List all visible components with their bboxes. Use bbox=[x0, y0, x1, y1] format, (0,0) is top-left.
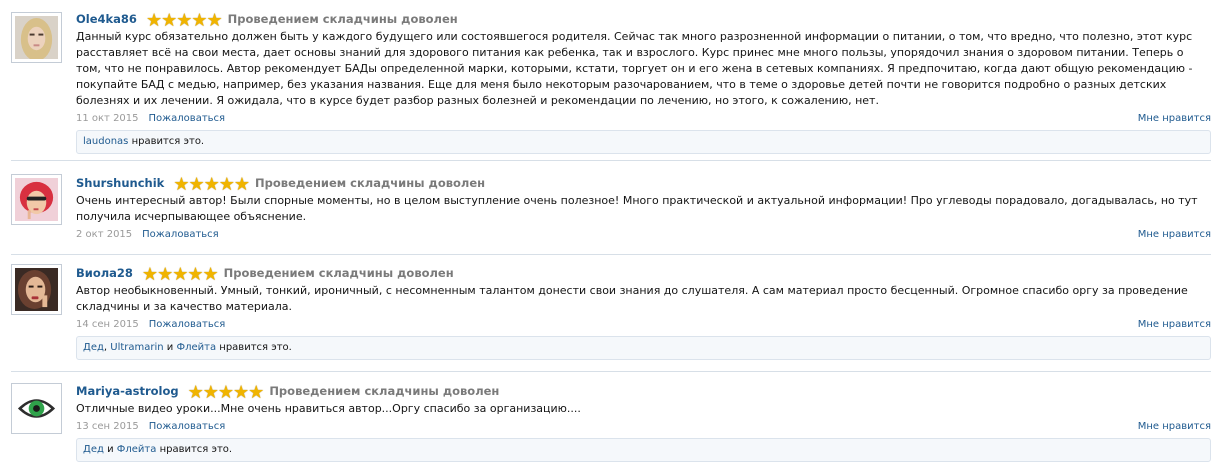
likes-conjunction: и bbox=[166, 342, 174, 353]
report-link[interactable]: Пожаловаться bbox=[142, 229, 219, 240]
review-username[interactable]: Shurshunchik bbox=[76, 176, 164, 190]
avatar-blonde-portrait bbox=[15, 16, 58, 61]
star-icon: ★ bbox=[233, 174, 250, 195]
likes-suffix: нравится это. bbox=[159, 444, 233, 455]
review-meta: 11 окт 2015 Пожаловаться Мне нравится bbox=[76, 111, 1211, 127]
star-icon: ★ bbox=[217, 382, 234, 403]
star-icon: ★ bbox=[187, 264, 203, 285]
star-icon: ★ bbox=[202, 382, 219, 403]
star-icon: ★ bbox=[161, 10, 177, 31]
star-icon: ★ bbox=[172, 264, 188, 285]
likes-summary: laudonas нравится это. bbox=[76, 130, 1211, 154]
review-divider bbox=[11, 371, 1211, 372]
avatar[interactable] bbox=[11, 383, 62, 434]
rating-text: Проведением складчины доволен bbox=[227, 12, 458, 26]
star-icon: ★ bbox=[233, 382, 249, 403]
review-text: Отличные видео уроки...Мне очень нравить… bbox=[76, 402, 581, 415]
star-icon: ★ bbox=[203, 174, 220, 195]
likes-summary: Дед и Флейта нравится это. bbox=[76, 438, 1211, 462]
review-meta: 14 сен 2015 Пожаловаться Мне нравится bbox=[76, 317, 1211, 333]
star-icon: ★ bbox=[188, 174, 204, 195]
likes-conjunction: и bbox=[107, 444, 114, 455]
review-text: Данный курс обязательно должен быть у ка… bbox=[76, 30, 1193, 107]
likes-suffix: нравится это. bbox=[131, 136, 205, 147]
star-icon: ★ bbox=[187, 382, 204, 403]
review-date: 2 окт 2015 bbox=[76, 229, 133, 240]
avatar-dark-hair-portrait bbox=[15, 268, 58, 311]
likes-suffix: нравится это. bbox=[219, 342, 292, 353]
rating-text: Проведением складчины доволен bbox=[255, 176, 486, 190]
star-icon: ★ bbox=[248, 382, 264, 403]
liker-link[interactable]: Дед bbox=[83, 444, 104, 455]
review-username[interactable]: Ole4ka86 bbox=[76, 12, 137, 26]
rating-text: Проведением складчины доволен bbox=[269, 384, 500, 398]
review-divider bbox=[11, 160, 1211, 161]
review-date: 13 сен 2015 bbox=[76, 421, 139, 432]
avatar-red-hair-portrait bbox=[15, 178, 58, 221]
review-username[interactable]: Mariya-astrolog bbox=[76, 384, 179, 398]
star-icon: ★ bbox=[176, 10, 192, 31]
star-icon: ★ bbox=[206, 10, 223, 31]
review-text: Очень интересный автор! Были спорные мом… bbox=[76, 194, 1198, 223]
review-text: Автор необыкновенный. Умный, тонкий, иро… bbox=[76, 284, 1188, 313]
star-icon: ★ bbox=[202, 264, 218, 285]
report-link[interactable]: Пожаловаться bbox=[149, 319, 226, 330]
like-link[interactable]: Мне нравится bbox=[1138, 111, 1211, 127]
review-date: 14 сен 2015 bbox=[76, 319, 139, 330]
liker-link[interactable]: Флейта bbox=[176, 342, 216, 353]
liker-link[interactable]: Дед bbox=[83, 342, 104, 353]
like-link[interactable]: Мне нравится bbox=[1138, 227, 1211, 243]
review-meta: 13 сен 2015 Пожаловаться Мне нравится bbox=[76, 419, 1211, 435]
liker-link[interactable]: laudonas bbox=[83, 136, 128, 147]
review-meta: 2 окт 2015 Пожаловаться Мне нравится bbox=[76, 227, 1211, 243]
review-date: 11 окт 2015 bbox=[76, 113, 139, 124]
likes-summary: Дед, Ultramarin и Флейта нравится это. bbox=[76, 336, 1211, 360]
liker-link[interactable]: Ultramarin bbox=[110, 342, 163, 353]
like-link[interactable]: Мне нравится bbox=[1138, 419, 1211, 435]
report-link[interactable]: Пожаловаться bbox=[149, 113, 226, 124]
star-icon: ★ bbox=[157, 264, 173, 285]
avatar[interactable] bbox=[11, 264, 62, 315]
star-icon: ★ bbox=[218, 174, 235, 195]
avatar-eye-icon bbox=[15, 387, 58, 430]
review-divider bbox=[11, 254, 1211, 255]
star-icon: ★ bbox=[141, 264, 158, 285]
rating-text: Проведением складчины доволен bbox=[223, 266, 454, 280]
avatar[interactable] bbox=[11, 174, 62, 225]
like-link[interactable]: Мне нравится bbox=[1138, 317, 1211, 333]
report-link[interactable]: Пожаловаться bbox=[149, 421, 226, 432]
star-icon: ★ bbox=[191, 10, 207, 31]
avatar[interactable] bbox=[11, 12, 62, 63]
liker-link[interactable]: Флейта bbox=[117, 444, 157, 455]
star-icon: ★ bbox=[145, 10, 162, 31]
star-icon: ★ bbox=[173, 174, 189, 195]
review-username[interactable]: Виола28 bbox=[76, 266, 133, 280]
